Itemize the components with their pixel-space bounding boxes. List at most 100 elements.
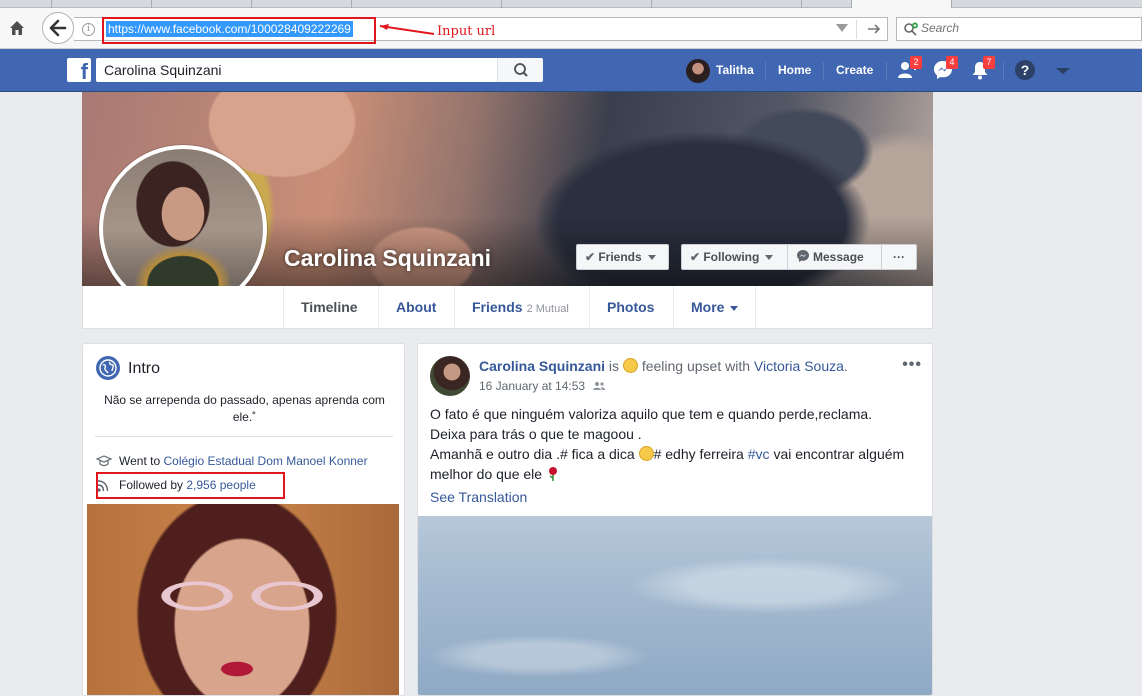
intro-bio: Não se arrependa do passado, apenas apre… [104, 393, 385, 424]
messages-badge: 4 [946, 56, 958, 69]
tab-timeline-label: Timeline [301, 299, 358, 315]
tab-about-label: About [396, 299, 437, 315]
back-button[interactable] [42, 12, 74, 44]
post-line-text: # edhy ferreira [653, 446, 744, 462]
intro-went-to-label: Went to [119, 454, 161, 468]
tab-photos[interactable]: Photos [589, 286, 671, 328]
go-arrow-icon[interactable] [864, 20, 884, 38]
see-translation-link[interactable]: See Translation [430, 489, 527, 505]
friends-button-label: Friends [598, 250, 642, 264]
tab-more[interactable]: More [673, 286, 757, 328]
info-icon[interactable]: i [82, 23, 95, 36]
svg-text:?: ? [1021, 62, 1030, 78]
facebook-search-field[interactable]: Carolina Squinzani [96, 58, 543, 82]
messenger-icon [797, 250, 809, 262]
friend-requests-badge: 2 [910, 56, 922, 69]
friends-button[interactable]: ✔ Friends [576, 244, 669, 270]
intro-divider [95, 436, 393, 437]
post-author-avatar[interactable] [430, 356, 470, 396]
post-body: O fato é que ninguém valoriza aquilo que… [430, 404, 920, 484]
browser-tab[interactable] [52, 0, 152, 8]
browser-tab[interactable] [252, 0, 352, 8]
globe-icon [96, 356, 120, 380]
annotation-followers-box [96, 472, 285, 499]
post-hashtag-link[interactable]: #vc [748, 446, 770, 462]
nav-create-link[interactable]: Create [836, 63, 873, 77]
more-options-button[interactable]: ··· [881, 244, 917, 270]
upset-face-icon [622, 358, 638, 373]
tab-friends-label: Friends [472, 299, 523, 315]
facebook-search-value[interactable]: Carolina Squinzani [104, 62, 222, 78]
intro-school-link[interactable]: Colégio Estadual Dom Manoel Konner [163, 454, 367, 468]
check-icon: ✔ [585, 250, 596, 264]
nav-divider [765, 62, 766, 80]
post-author-link[interactable]: Carolina Squinzani [479, 358, 605, 374]
post-is-label: is [608, 358, 620, 374]
intro-title: Intro [128, 360, 161, 377]
intro-featured-photo[interactable] [87, 504, 399, 695]
post-tagged-friend-link[interactable]: Victoria Souza [754, 358, 844, 374]
tab-timeline[interactable]: Timeline [283, 286, 375, 328]
profile-name[interactable]: Carolina Squinzani [284, 245, 491, 272]
url-separator [856, 20, 857, 39]
help-icon[interactable]: ? [1014, 59, 1036, 81]
post-line: Deixa para trás o que te magoou . [430, 426, 642, 442]
message-button-label: Message [813, 250, 864, 264]
tab-more-label: More [691, 299, 725, 315]
post-line-text: Amanhã e outro dia .# fica a dica [430, 446, 635, 462]
browser-tab-active[interactable] [852, 0, 952, 8]
post-time-text[interactable]: 16 January at 14:53 [479, 379, 585, 393]
browser-search-input[interactable] [921, 21, 1121, 35]
tab-about[interactable]: About [378, 286, 453, 328]
browser-tab[interactable] [152, 0, 252, 8]
nav-user-name[interactable]: Talitha [716, 63, 754, 77]
caret-down-icon [730, 305, 739, 311]
arrow-left-icon [49, 19, 67, 37]
post-options-icon[interactable]: ••• [902, 356, 922, 374]
tab-friends-mutual: 2 Mutual [526, 303, 569, 315]
magnifier-icon [514, 63, 528, 77]
caret-down-icon [765, 255, 774, 261]
tab-photos-label: Photos [607, 299, 655, 315]
nav-divider [823, 62, 824, 80]
browser-tab[interactable] [352, 0, 502, 8]
facebook-search-button[interactable] [497, 58, 543, 82]
browser-tab[interactable] [40, 0, 52, 8]
url-dropdown-icon[interactable] [836, 24, 848, 32]
post-feeling-text: feeling upset with [641, 358, 750, 374]
graduation-cap-icon [95, 454, 113, 468]
account-menu-chevron-icon[interactable] [1052, 59, 1074, 81]
browser-search-box[interactable] [896, 17, 1142, 41]
browser-tab[interactable] [502, 0, 652, 8]
post-header-period: . [843, 358, 848, 374]
nav-avatar[interactable] [686, 59, 710, 83]
intro-education: Went to Colégio Estadual Dom Manoel Konn… [119, 454, 368, 468]
home-icon[interactable] [8, 19, 26, 37]
search-icon [903, 22, 919, 36]
post-line: Amanhã e outro dia .# fica a dica # edhy… [430, 444, 920, 484]
timeline-post: Carolina Squinzani is feeling upset with… [417, 343, 933, 696]
facebook-logo[interactable]: f [67, 58, 91, 84]
annotation-url-label: Input url [437, 24, 496, 39]
nav-divider [886, 62, 887, 80]
rose-emoji-icon [548, 467, 557, 481]
browser-tab-strip [0, 0, 1142, 8]
annotation-url-box [102, 17, 376, 44]
notifications-badge: 7 [983, 56, 995, 69]
friends-audience-icon[interactable] [592, 381, 606, 391]
post-image[interactable] [418, 516, 932, 695]
post-line: O fato é que ninguém valoriza aquilo que… [430, 406, 873, 422]
check-icon: ✔ [690, 250, 701, 264]
browser-tab[interactable] [802, 0, 852, 8]
more-options-label: ··· [893, 250, 905, 264]
tab-friends[interactable]: Friends 2 Mutual [454, 286, 586, 328]
profile-tabs: Timeline About Friends 2 Mutual Photos Mo… [82, 286, 933, 329]
following-button[interactable]: ✔ Following [681, 244, 788, 270]
nav-home-link[interactable]: Home [778, 63, 811, 77]
caret-down-icon [647, 255, 656, 261]
facebook-top-bar: f Carolina Squinzani Talitha Home Create… [0, 49, 1142, 92]
browser-tab[interactable] [652, 0, 802, 8]
following-button-label: Following [703, 250, 760, 264]
post-timestamp[interactable]: 16 January at 14:53 [479, 379, 606, 393]
message-button[interactable]: Message [787, 244, 882, 270]
